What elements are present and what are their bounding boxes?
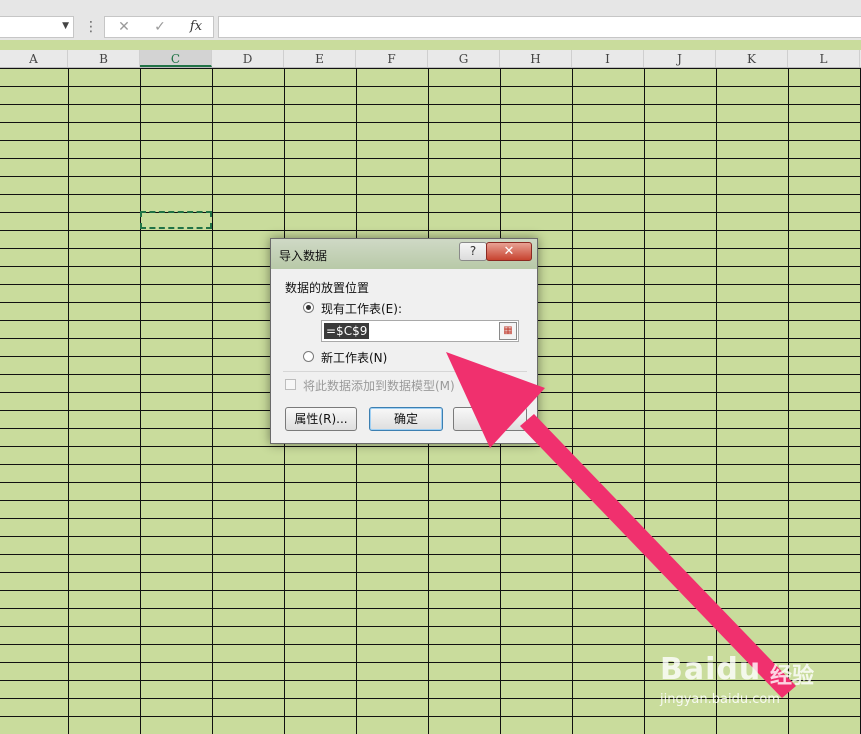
baidu-jingyan-watermark: Baidu 经验 jingyan.baidu.com — [660, 652, 830, 712]
watermark-logo: Baidu — [660, 652, 762, 687]
annotation-arrow — [446, 352, 796, 698]
watermark-cn: 经验 — [770, 664, 815, 689]
watermark-url: jingyan.baidu.com — [660, 692, 780, 707]
